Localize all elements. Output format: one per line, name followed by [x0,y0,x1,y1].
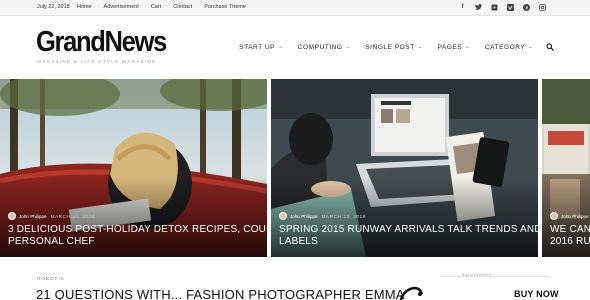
nav-item-label: SINGLE POST [365,43,415,51]
post-meta: John Philippe March 23, 2016 [279,212,366,220]
post-title-line-2: Labels [279,236,319,247]
post-author[interactable]: John Philippe [19,214,47,219]
post-meta: John Philippe [550,212,589,220]
post-title[interactable]: We Can't 2016 Run [550,224,590,248]
avatar [279,212,287,220]
chevron-down-icon: ⌄ [345,44,351,50]
nav-item-single-post[interactable]: SINGLE POST ⌄ [365,44,422,51]
top-link-contact[interactable]: Contact [173,4,192,10]
vimeo-icon[interactable] [507,3,514,11]
avatar [8,212,16,220]
chevron-down-icon: ⌄ [417,44,423,50]
nav-item-label: COMPUTING [297,43,343,51]
featured-post-1[interactable]: John Philippe March 24, 2016 3 Delicious… [0,79,267,257]
top-link-purchase-theme[interactable]: Purchase Theme [204,4,246,10]
social-links: f [459,3,546,11]
nav-item-label: CATEGORY [484,43,526,51]
article-title[interactable]: 21 Questions With... Fashion Photographe… [36,287,405,300]
nav-item-start-up[interactable]: START UP ⌄ [239,44,283,51]
featured-post-2[interactable]: John Philippe March 23, 2016 Spring 2015… [271,79,538,257]
top-link-home[interactable]: Home [77,4,92,10]
nav-item-category[interactable]: CATEGORY ⌄ [485,44,533,51]
post-author[interactable]: John Philippe [290,214,318,219]
main-nav: START UP ⌄ COMPUTING ⌄ SINGLE POST ⌄ PAG… [224,43,554,51]
top-link-cart[interactable]: Cart [151,4,161,10]
site-logo[interactable]: GrandNews [36,27,167,57]
nav-item-pages[interactable]: PAGES ⌄ [437,44,469,51]
ad-product-image[interactable] [396,284,436,300]
youtube-icon[interactable] [491,3,498,11]
avatar [550,212,558,220]
post-author[interactable]: John Philippe [561,214,589,219]
chevron-down-icon: ⌄ [278,44,283,50]
ad-divider [440,276,550,277]
top-link-advertisement[interactable]: Advertisement [104,4,139,10]
search-icon[interactable] [546,43,554,51]
post-date: March 23, 2016 [321,213,366,219]
facebook-icon[interactable]: f [459,3,466,11]
buy-now-button[interactable]: BUY NOW [514,289,559,299]
post-title-line-2: Personal Chef [8,236,95,247]
post-title[interactable]: Spring 2015 Runway Arrivals Talk Trends … [279,224,538,248]
twitter-icon[interactable] [475,3,482,11]
post-meta: John Philippe March 24, 2016 [8,212,95,220]
post-date: March 24, 2016 [50,213,95,219]
post-title-line-1: Spring 2015 Runway Arrivals Talk Trends … [279,224,538,235]
chevron-down-icon: ⌄ [528,44,533,50]
post-title-line-1: We Can't [550,224,590,235]
post-title-line-2: 2016 Run [550,236,590,247]
featured-post-3[interactable]: John Philippe We Can't 2016 Run [542,79,590,257]
nav-item-computing[interactable]: COMPUTING ⌄ [298,44,351,51]
top-links: Home Advertisement Cart Contact Purchase… [77,4,258,10]
site-tagline: Magazine & Life Style Magazine [37,59,157,64]
current-date: July 22, 2018 [37,4,70,10]
nav-item-label: START UP [239,43,276,51]
post-title[interactable]: 3 Delicious Post-Holiday Detox Recipes, … [8,224,267,248]
ad-label: - Advertisement - [459,273,495,277]
post-title-line-1: 3 Delicious Post-Holiday Detox Recipes, … [8,224,267,235]
pinterest-icon[interactable] [523,3,530,11]
top-bar: July 22, 2018 Home Advertisement Cart Co… [0,0,590,16]
category-label[interactable]: ROBOTIC [37,276,65,281]
instagram-icon[interactable] [539,3,546,11]
nav-item-label: PAGES [437,43,463,51]
chevron-down-icon: ⌄ [465,44,470,50]
